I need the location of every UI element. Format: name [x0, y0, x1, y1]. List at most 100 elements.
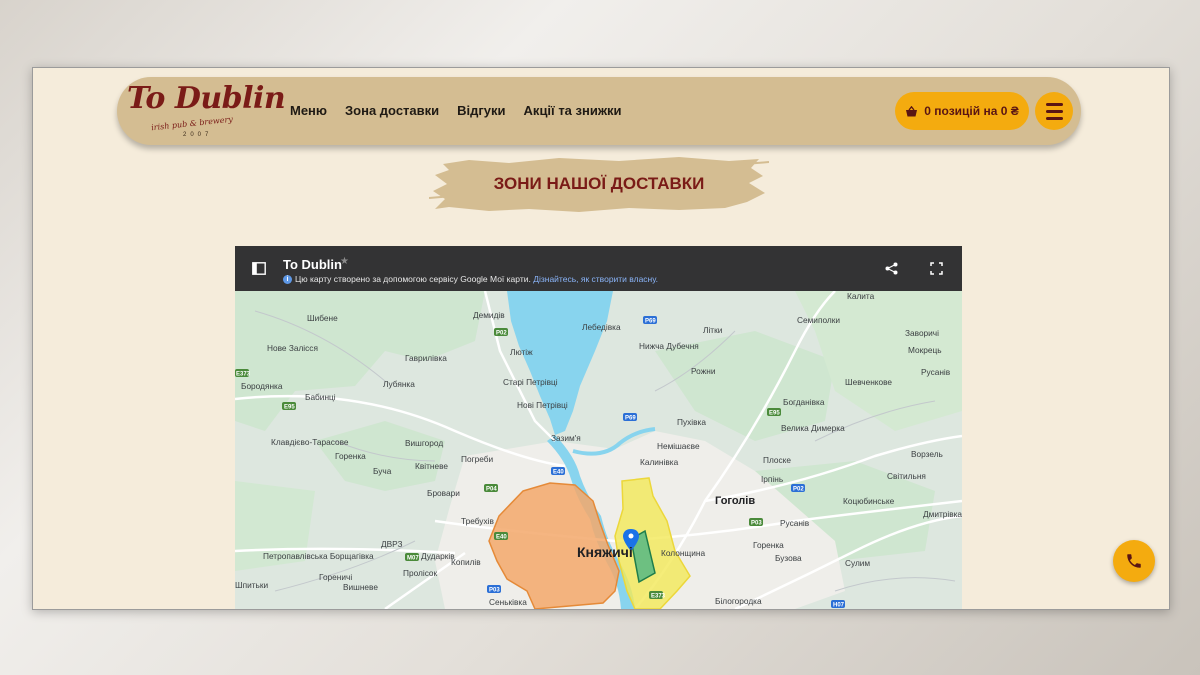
- road-badge: H07: [833, 603, 845, 609]
- map-label: Лубянка: [383, 379, 415, 389]
- map-label: Заворичі: [905, 328, 939, 338]
- logo-year: 2007: [183, 132, 213, 138]
- map-label: Нові Петрівці: [517, 400, 568, 410]
- road-badge: E95: [284, 405, 295, 411]
- cart-button[interactable]: 0 позицій на 0 ₴: [895, 92, 1029, 130]
- logo[interactable]: To Dublin irish pub & brewery 2007: [127, 81, 286, 141]
- map-label: Пухівка: [677, 417, 706, 427]
- map-label: Погреби: [461, 454, 493, 464]
- logo-subtitle: irish pub & brewery: [150, 114, 234, 133]
- map-label: Мокрець: [908, 345, 942, 355]
- share-icon[interactable]: [885, 262, 898, 275]
- road-badge: E95: [769, 411, 780, 417]
- road-badge: E40: [496, 535, 507, 541]
- hamburger-menu-button[interactable]: [1035, 92, 1073, 130]
- map-label: Старі Петрівці: [503, 377, 558, 387]
- map-label: Зазим'я: [551, 433, 581, 443]
- map-label: Бабинці: [305, 392, 336, 402]
- map-label: Ірпінь: [761, 474, 783, 484]
- map-label: Шпитьки: [235, 580, 268, 590]
- browser-frame: To Dublin irish pub & brewery 2007 Меню …: [32, 67, 1170, 610]
- map-label: Шевченкове: [845, 377, 892, 387]
- map-label: Богданівка: [783, 397, 825, 407]
- map-label: Ворзель: [911, 449, 943, 459]
- road-badge: P69: [625, 416, 636, 422]
- site-header: To Dublin irish pub & brewery 2007 Меню …: [117, 77, 1081, 145]
- map-label: Бузова: [775, 553, 802, 563]
- nav-link-menu[interactable]: Меню: [290, 103, 327, 118]
- map-label: Пролісок: [403, 568, 438, 578]
- map-label: Требухів: [461, 516, 494, 526]
- map-header: To Dublin ★ i Цю карту створено за допом…: [235, 246, 962, 291]
- map-label: Світильня: [887, 471, 926, 481]
- main-nav: Меню Зона доставки Відгуки Акції та зниж…: [290, 103, 622, 118]
- hamburger-icon: [1045, 102, 1063, 106]
- map-info-link[interactable]: Дізнайтесь, як створити власну.: [533, 274, 658, 284]
- map-title: To Dublin: [283, 257, 342, 272]
- map-label: Демидів: [473, 310, 505, 320]
- map-label: Копилів: [451, 557, 481, 567]
- map-label: Буча: [373, 466, 392, 476]
- map-label: Коцюбинське: [843, 496, 895, 506]
- map-label: Горенка: [335, 451, 366, 461]
- map-embed[interactable]: To Dublin ★ i Цю карту створено за допом…: [235, 246, 962, 609]
- nav-link-promotions[interactable]: Акції та знижки: [524, 103, 622, 118]
- map-label: Бородянка: [241, 381, 283, 391]
- map-label: Гаврилівка: [405, 353, 447, 363]
- map-label: Сулим: [845, 558, 870, 568]
- panel-icon[interactable]: [252, 262, 266, 275]
- map-label: Плоске: [763, 455, 791, 465]
- map-canvas[interactable]: Демидів Калита Шибене Лебедівка Семиполк…: [235, 291, 962, 609]
- section-title: ЗОНИ НАШОЇ ДОСТАВКИ: [493, 174, 705, 193]
- road-badge: P02: [496, 331, 507, 337]
- map-label: Дмитрівка: [923, 509, 962, 519]
- nav-link-reviews[interactable]: Відгуки: [457, 103, 505, 118]
- road-badge: E40: [553, 470, 564, 476]
- road-badge: P69: [645, 319, 656, 325]
- road-badge: P03: [489, 588, 500, 594]
- map-label: Нове Залісся: [267, 343, 318, 353]
- map-label: Гоголів: [715, 495, 755, 507]
- map-label: Русанів: [921, 367, 951, 377]
- road-badge: E373: [236, 372, 251, 378]
- map-label: Вишневе: [343, 582, 378, 592]
- map-label: Калита: [847, 291, 875, 301]
- map-label: Колонщина: [661, 548, 705, 558]
- map-label: Семиполки: [797, 315, 840, 325]
- map-label: Квітневе: [415, 461, 448, 471]
- road-badge: P04: [486, 487, 497, 493]
- road-badge: E373: [651, 594, 666, 600]
- star-icon[interactable]: ★: [340, 256, 349, 267]
- map-label: Немішаєве: [657, 441, 700, 451]
- info-icon: i: [283, 275, 292, 284]
- map-label: Бровари: [427, 488, 460, 498]
- nav-link-delivery-zone[interactable]: Зона доставки: [345, 103, 439, 118]
- map-label: Лютіж: [510, 347, 533, 357]
- map-label: Рожни: [691, 366, 716, 376]
- map-label: Русанів: [780, 518, 810, 528]
- road-badge: P03: [751, 521, 762, 527]
- map-label: ДВРЗ: [381, 539, 403, 549]
- map-label: Сенькiвка: [489, 597, 527, 607]
- map-info-text: Цю карту створено за допомогою сервісу G…: [295, 274, 531, 284]
- map-label: Горенка: [753, 540, 784, 550]
- map-label: Шибене: [307, 313, 338, 323]
- map-label: Велика Димерка: [781, 423, 845, 433]
- phone-icon: [1127, 554, 1141, 568]
- section-title-banner: ЗОНИ НАШОЇ ДОСТАВКИ: [429, 152, 769, 216]
- map-label: Нижча Дубечня: [639, 341, 699, 351]
- call-button[interactable]: [1113, 540, 1155, 582]
- map-label: Вишгород: [405, 438, 443, 448]
- map-label: Лебедівка: [582, 322, 621, 332]
- fullscreen-icon[interactable]: [930, 262, 943, 275]
- map-label: Білогородка: [715, 596, 762, 606]
- map-label: Літки: [703, 325, 723, 335]
- map-label: Петропавлівська Борщагівка: [263, 551, 374, 561]
- map-label: Гореничі: [319, 572, 352, 582]
- map-label-city: Княжичі: [577, 544, 633, 560]
- road-badge: P02: [793, 487, 804, 493]
- logo-title: To Dublin: [127, 81, 286, 116]
- basket-icon: [906, 105, 918, 116]
- road-badge: M07: [407, 556, 419, 562]
- map-info: Цю карту створено за допомогою сервісу G…: [295, 274, 658, 284]
